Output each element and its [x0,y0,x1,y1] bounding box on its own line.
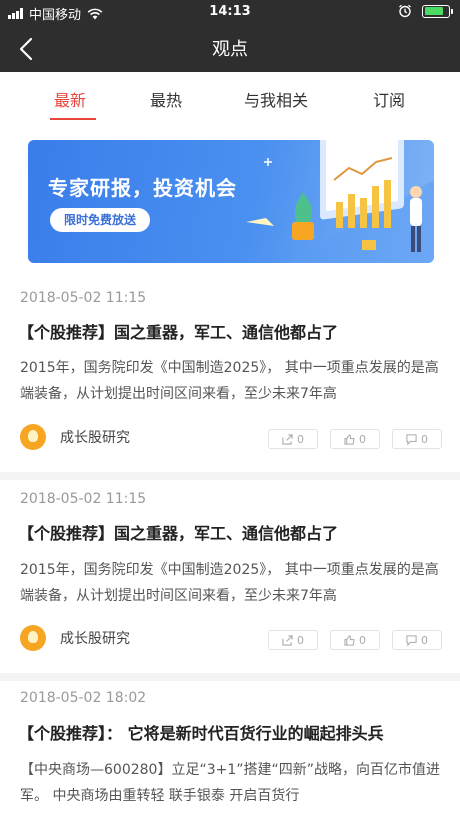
comment-icon [406,433,417,445]
top-bar: 中国移动 14:13 观点 [0,0,460,72]
share-icon [282,433,293,445]
battery-icon [422,4,453,18]
share-button[interactable]: 0 [268,429,318,449]
clock: 14:13 [209,4,251,19]
page-title: 观点 [212,39,248,60]
article-date: 2018-05-02 11:15 [20,290,147,306]
article-summary: 【中央商场—600280】立足“3+1”搭建“四新”战略，向百亿市值进军。 中央… [20,762,440,804]
article-date: 2018-05-02 11:15 [20,491,147,507]
banner-title: 专家研报，投资机会 [48,176,237,200]
alarm-icon [399,4,411,18]
active-tab-indicator [50,118,96,120]
share-count: 0 [297,432,304,446]
banner-pill: 限时免费放送 [50,208,151,232]
divider [0,673,460,681]
like-count: 0 [359,633,366,647]
like-button[interactable]: 0 [330,429,380,449]
chart-illustration-icon [246,140,434,263]
thumbs-up-icon [344,433,355,445]
article-title[interactable]: 【个股推荐】国之重器，军工、通信他都占了 [18,319,338,343]
promo-banner[interactable]: 专家研报，投资机会 限时免费放送 [28,140,434,263]
nav-bar: 观点 [0,24,460,72]
thumbs-up-icon [344,634,355,646]
tab-latest[interactable]: 最新 [54,87,86,111]
share-button[interactable]: 0 [268,630,318,650]
article-title[interactable]: 【个股推荐】国之重器，军工、通信他都占了 [18,520,338,544]
article-date: 2018-05-02 18:02 [20,690,147,706]
comment-button[interactable]: 0 [392,429,442,449]
share-icon [282,634,293,646]
tab-hot[interactable]: 最热 [150,87,182,111]
tab-related[interactable]: 与我相关 [244,87,308,111]
article-summary: 2015年，国务院印发《中国制造2025》， 其中一项重点发展的是高端装备，从计… [20,360,439,402]
like-count: 0 [359,432,366,446]
author-name[interactable]: 成长股研究 [60,628,130,648]
article-title[interactable]: 【个股推荐】： 它将是新时代百货行业的崛起排头兵 [18,720,384,744]
divider [0,472,460,480]
avatar[interactable] [20,424,46,450]
tab-bar: 最新 最热 与我相关 订阅 [0,72,460,122]
comment-count: 0 [421,432,428,446]
tab-subscribe[interactable]: 订阅 [373,87,405,111]
author-name[interactable]: 成长股研究 [60,427,130,447]
status-bar: 中国移动 14:13 [0,0,460,24]
share-count: 0 [297,633,304,647]
comment-count: 0 [421,633,428,647]
like-button[interactable]: 0 [330,630,380,650]
avatar[interactable] [20,625,46,651]
comment-icon [406,634,417,646]
comment-button[interactable]: 0 [392,630,442,650]
article-summary: 2015年，国务院印发《中国制造2025》， 其中一项重点发展的是高端装备，从计… [20,562,439,604]
